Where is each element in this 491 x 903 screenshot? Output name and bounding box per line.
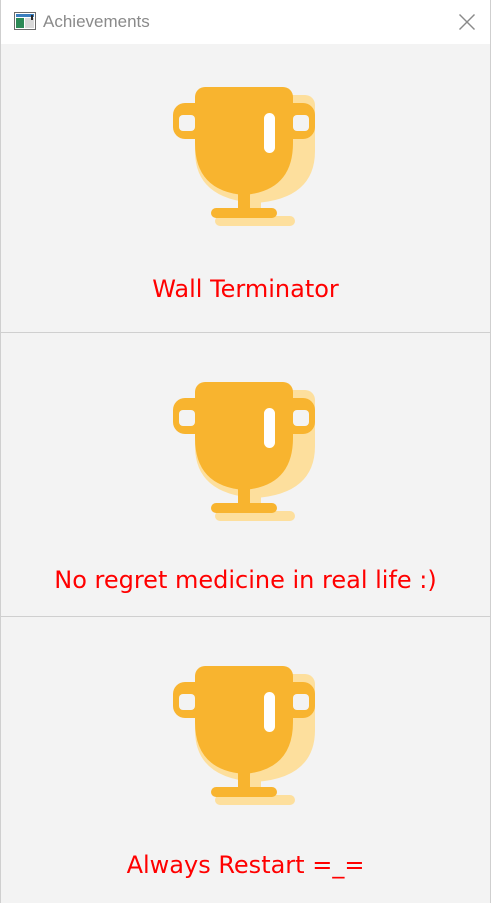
trophy-icon	[173, 87, 315, 226]
window-title: Achievements	[43, 12, 150, 31]
achievement-item: No regret medicine in real life :)	[1, 333, 490, 617]
close-icon	[459, 14, 475, 30]
trophy-icon	[173, 666, 315, 805]
achievements-list: Wall Terminator No regret medicine in re…	[1, 44, 490, 903]
close-button[interactable]	[444, 0, 490, 44]
achievement-item: Always Restart =_=	[1, 617, 490, 903]
achievement-title: Wall Terminator	[152, 275, 339, 303]
achievement-item: Wall Terminator	[1, 44, 490, 333]
title-bar[interactable]: Achievements	[1, 0, 490, 44]
achievement-title: No regret medicine in real life :)	[54, 566, 437, 594]
achievements-window: Achievements Wall Terminator No regret m…	[0, 0, 491, 903]
trophy-icon	[173, 382, 315, 521]
app-window-icon	[14, 12, 36, 30]
achievement-title: Always Restart =_=	[126, 851, 365, 879]
